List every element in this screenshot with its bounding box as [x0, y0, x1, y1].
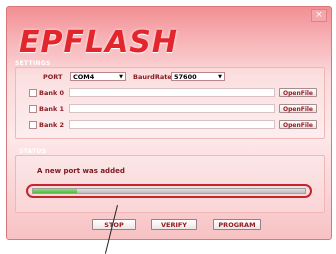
port-select-value: COM4: [73, 73, 95, 81]
bank-0-checkbox[interactable]: [29, 89, 37, 97]
bank-1-label: Bank 1: [39, 105, 65, 113]
progress-bar: [32, 188, 306, 194]
bank-0-path-field[interactable]: [69, 88, 275, 97]
bank-1-openfile-button[interactable]: OpenFile: [279, 104, 317, 113]
bank-2-path-field[interactable]: [69, 120, 275, 129]
baudrate-label: BaurdRate: [133, 73, 172, 81]
bank-1-path-field[interactable]: [69, 104, 275, 113]
baudrate-select-value: 57600: [174, 73, 197, 81]
port-label: PORT: [43, 73, 63, 81]
close-button[interactable]: ×: [311, 9, 327, 22]
program-button[interactable]: PROGRAM: [213, 219, 261, 230]
app-window: × EPFLASH SETTINGS PORT COM4 ▼ BaurdRate…: [6, 6, 332, 240]
status-section-label: STATUS: [19, 148, 47, 155]
bank-2-checkbox[interactable]: [29, 121, 37, 129]
status-message: A new port was added: [37, 167, 125, 175]
bank-0-label: Bank 0: [39, 89, 65, 97]
bank-0-openfile-button[interactable]: OpenFile: [279, 88, 317, 97]
bank-1-checkbox[interactable]: [29, 105, 37, 113]
port-select[interactable]: COM4 ▼: [70, 72, 126, 81]
verify-button[interactable]: VERIFY: [151, 219, 197, 230]
progress-highlight-ring: [26, 184, 312, 198]
bank-2-label: Bank 2: [39, 121, 65, 129]
progress-bar-fill: [33, 189, 77, 193]
app-title: EPFLASH: [19, 25, 179, 60]
chevron-down-icon: ▼: [119, 74, 123, 80]
chevron-down-icon: ▼: [218, 74, 222, 80]
baudrate-select[interactable]: 57600 ▼: [171, 72, 225, 81]
settings-section-label: SETTINGS: [15, 60, 51, 67]
bank-2-openfile-button[interactable]: OpenFile: [279, 120, 317, 129]
